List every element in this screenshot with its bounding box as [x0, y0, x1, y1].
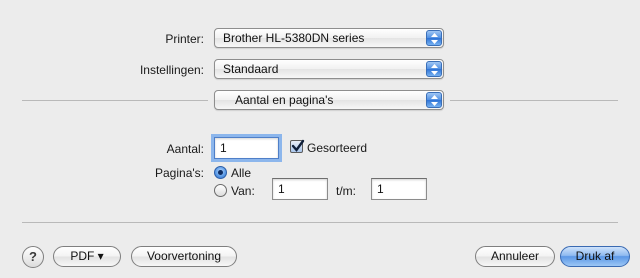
separator-left	[22, 100, 208, 101]
panel-popup[interactable]: Aantal en pagina's	[214, 90, 444, 110]
help-button[interactable]: ?	[22, 246, 44, 268]
pages-to-label: t/m:	[336, 184, 356, 198]
preview-button[interactable]: Voorvertoning	[131, 246, 237, 267]
popup-arrows-icon	[426, 30, 442, 46]
print-button[interactable]: Druk af	[560, 246, 630, 267]
separator-right	[450, 100, 618, 101]
settings-popup[interactable]: Standaard	[214, 59, 444, 79]
collate-label[interactable]: Gesorteerd	[307, 141, 367, 155]
printer-popup[interactable]: Brother HL-5380DN series	[214, 28, 444, 48]
settings-value: Standaard	[223, 62, 279, 76]
printer-value: Brother HL-5380DN series	[223, 31, 365, 45]
pages-range-radio[interactable]	[214, 184, 227, 197]
popup-arrows-icon	[426, 92, 442, 108]
pages-all-radio[interactable]	[214, 166, 227, 179]
pages-all-label[interactable]: Alle	[231, 166, 251, 180]
pages-to-field[interactable]: 1	[371, 178, 427, 200]
collate-checkbox[interactable]	[290, 139, 305, 153]
pages-from-label[interactable]: Van:	[231, 184, 255, 198]
cancel-button[interactable]: Annuleer	[475, 246, 555, 267]
copies-field[interactable]: 1	[211, 134, 282, 162]
pages-label: Pagina's:	[155, 166, 204, 180]
panel-value: Aantal en pagina's	[235, 93, 334, 107]
separator-bottom	[22, 222, 618, 223]
settings-label: Instellingen:	[139, 63, 204, 77]
pages-from-field[interactable]: 1	[272, 178, 328, 200]
checkmark-icon	[291, 139, 305, 152]
popup-arrows-icon	[426, 61, 442, 77]
copies-label: Aantal:	[166, 142, 204, 156]
pdf-button[interactable]: PDF ▾	[53, 246, 121, 267]
printer-label: Printer:	[165, 32, 204, 46]
